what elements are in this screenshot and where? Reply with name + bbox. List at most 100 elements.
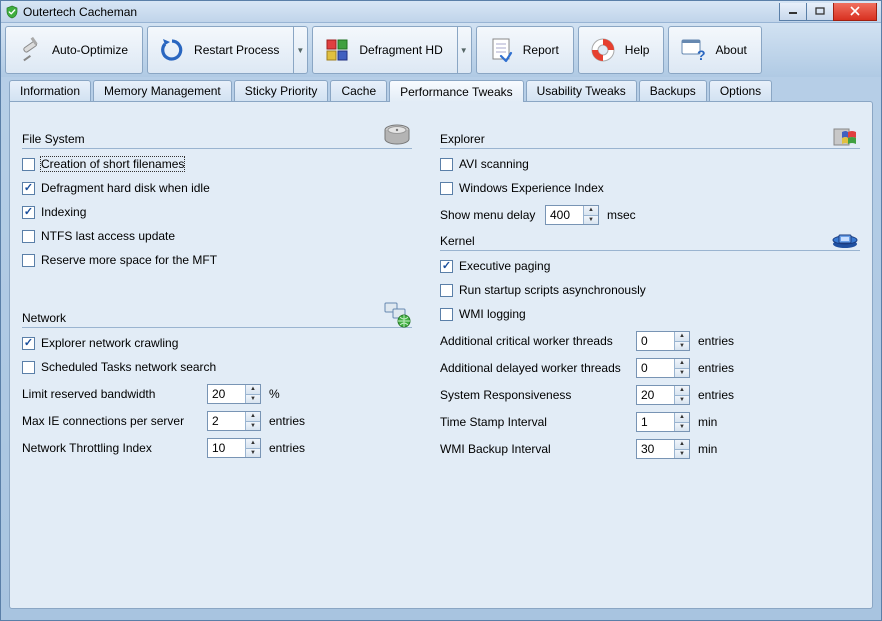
group-file-system: File System	[22, 130, 412, 149]
checkbox-windows-experience-index[interactable]	[440, 182, 453, 195]
checkbox-executive-paging[interactable]	[440, 260, 453, 273]
tab-cache[interactable]: Cache	[330, 80, 387, 101]
about-label: About	[715, 43, 746, 57]
restart-icon	[158, 36, 186, 64]
spin-down-icon[interactable]: ▼	[675, 342, 689, 351]
checkbox-label: WMI logging	[459, 307, 526, 321]
tab-options[interactable]: Options	[709, 80, 772, 101]
spin-up-icon[interactable]: ▲	[675, 440, 689, 450]
checkbox-label: Executive paging	[459, 259, 550, 273]
form-label: WMI Backup Interval	[440, 442, 636, 456]
input-value[interactable]	[208, 385, 245, 403]
form-label: Additional critical worker threads	[440, 334, 636, 348]
additional-delayed-workers-input[interactable]: ▲▼	[636, 358, 690, 378]
checkbox-short-filenames[interactable]	[22, 158, 35, 171]
tab-backups[interactable]: Backups	[639, 80, 707, 101]
spin-up-icon[interactable]: ▲	[584, 206, 598, 216]
time-stamp-interval-input[interactable]: ▲▼	[636, 412, 690, 432]
additional-critical-workers-input[interactable]: ▲▼	[636, 331, 690, 351]
defragment-hd-button[interactable]: Defragment HD	[312, 26, 457, 74]
spin-up-icon[interactable]: ▲	[675, 386, 689, 396]
group-network: Network	[22, 309, 412, 328]
checkbox-defragment-idle[interactable]	[22, 182, 35, 195]
unit-label: msec	[607, 208, 636, 222]
tab-memory-management[interactable]: Memory Management	[93, 80, 232, 101]
input-value[interactable]	[637, 332, 674, 350]
show-menu-delay-input[interactable]: ▲▼	[545, 205, 599, 225]
input-value[interactable]	[208, 439, 245, 457]
checkbox-startup-scripts-async[interactable]	[440, 284, 453, 297]
shield-icon	[5, 5, 19, 19]
right-column: Explorer AVI scanning	[440, 112, 860, 466]
checkbox-label: NTFS last access update	[41, 229, 175, 243]
checkbox-avi-scanning[interactable]	[440, 158, 453, 171]
checkbox-label: Explorer network crawling	[41, 336, 178, 350]
input-value[interactable]	[637, 440, 674, 458]
checkbox-label: Reserve more space for the MFT	[41, 253, 217, 267]
unit-label: entries	[698, 334, 734, 348]
close-button[interactable]	[833, 3, 877, 21]
checkbox-label: Windows Experience Index	[459, 181, 604, 195]
lifebuoy-icon	[589, 36, 617, 64]
minimize-button[interactable]	[779, 3, 807, 21]
group-explorer: Explorer	[440, 130, 860, 149]
spin-down-icon[interactable]: ▼	[246, 395, 260, 404]
spin-down-icon[interactable]: ▼	[246, 449, 260, 458]
limit-reserved-bandwidth-input[interactable]: ▲▼	[207, 384, 261, 404]
input-value[interactable]	[637, 359, 674, 377]
checkbox-wmi-logging[interactable]	[440, 308, 453, 321]
help-button[interactable]: Help	[578, 26, 665, 74]
spin-up-icon[interactable]: ▲	[246, 412, 260, 422]
tab-information[interactable]: Information	[9, 80, 91, 101]
unit-label: min	[698, 442, 717, 456]
spin-down-icon[interactable]: ▼	[675, 450, 689, 459]
about-button[interactable]: ? About	[668, 26, 761, 74]
network-throttling-index-input: ▲▼	[207, 438, 261, 458]
checkbox-indexing[interactable]	[22, 206, 35, 219]
spin-up-icon[interactable]: ▲	[246, 439, 260, 449]
spin-up-icon[interactable]: ▲	[675, 332, 689, 342]
wmi-backup-interval-input[interactable]: ▲▼	[636, 439, 690, 459]
spin-down-icon[interactable]: ▼	[675, 423, 689, 432]
window-controls	[780, 3, 877, 21]
defragment-hd-dropdown[interactable]: ▼	[456, 26, 472, 74]
unit-label: entries	[698, 361, 734, 375]
spin-up-icon[interactable]: ▲	[675, 413, 689, 423]
group-title: Explorer	[440, 132, 485, 146]
maximize-button[interactable]	[806, 3, 834, 21]
tab-performance-tweaks[interactable]: Performance Tweaks	[389, 80, 524, 102]
unit-label: %	[269, 387, 280, 401]
tab-sticky-priority[interactable]: Sticky Priority	[234, 80, 329, 101]
spin-down-icon[interactable]: ▼	[246, 422, 260, 431]
unit-label: entries	[698, 388, 734, 402]
unit-label: entries	[269, 441, 305, 455]
input-value[interactable]	[637, 413, 674, 431]
report-button[interactable]: Report	[476, 26, 574, 74]
app-window: Outertech Cacheman Auto-Optimize	[0, 0, 882, 621]
chip-icon	[830, 223, 860, 253]
hard-disk-icon	[382, 121, 412, 151]
max-ie-connections-input[interactable]: ▲▼	[207, 411, 261, 431]
input-value[interactable]	[546, 206, 583, 224]
input-value[interactable]	[208, 412, 245, 430]
auto-optimize-label: Auto-Optimize	[52, 43, 128, 57]
about-icon: ?	[679, 36, 707, 64]
system-responsiveness-input[interactable]: ▲▼	[636, 385, 690, 405]
form-label: Max IE connections per server	[22, 414, 207, 428]
spin-up-icon[interactable]: ▲	[675, 359, 689, 369]
spin-up-icon[interactable]: ▲	[246, 385, 260, 395]
checkbox-ntfs-last-access[interactable]	[22, 230, 35, 243]
report-label: Report	[523, 43, 559, 57]
input-value[interactable]	[637, 386, 674, 404]
restart-process-dropdown[interactable]: ▼	[292, 26, 308, 74]
checkbox-scheduled-tasks-search[interactable]	[22, 361, 35, 374]
restart-process-button[interactable]: Restart Process	[147, 26, 294, 74]
checkbox-reserve-mft[interactable]	[22, 254, 35, 267]
spin-down-icon[interactable]: ▼	[675, 396, 689, 405]
spin-down-icon[interactable]: ▼	[675, 369, 689, 378]
spin-down-icon[interactable]: ▼	[584, 216, 598, 225]
tab-usability-tweaks[interactable]: Usability Tweaks	[526, 80, 637, 101]
auto-optimize-button[interactable]: Auto-Optimize	[5, 26, 143, 74]
checkbox-explorer-crawling[interactable]	[22, 337, 35, 350]
checkbox-label: Run startup scripts asynchronously	[459, 283, 646, 297]
